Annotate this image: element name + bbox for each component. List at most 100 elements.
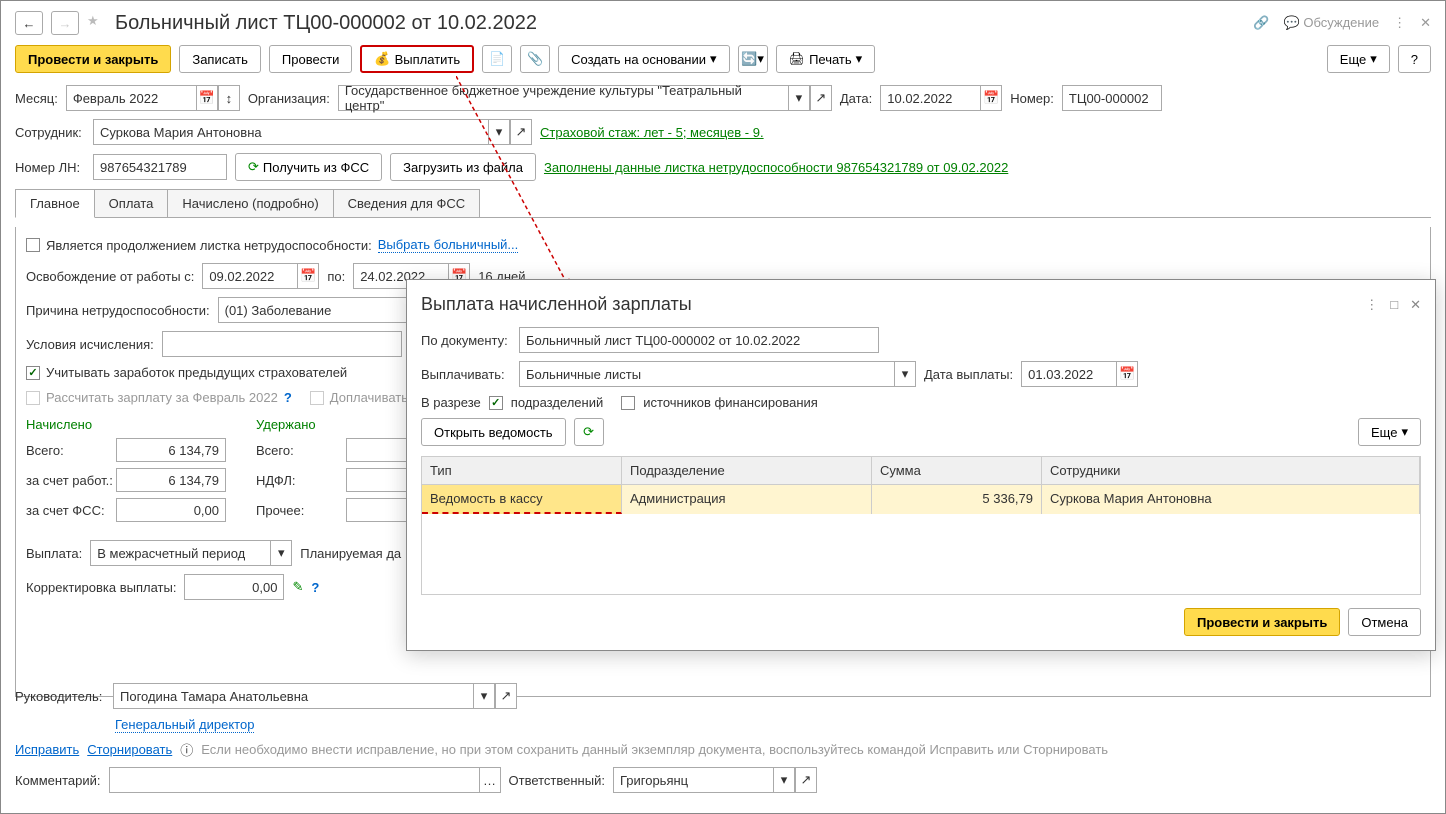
attachment-button[interactable]: 📎 <box>520 45 550 73</box>
employee-dropdown-icon[interactable]: ▾ <box>488 119 510 145</box>
manager-dropdown-icon[interactable]: ▾ <box>473 683 495 709</box>
document-icon-button[interactable]: 📄 <box>482 45 512 73</box>
tab-payment[interactable]: Оплата <box>94 189 169 217</box>
post-button[interactable]: Провести <box>269 45 353 73</box>
payment-input[interactable]: В межрасчетный период <box>90 540 270 566</box>
month-label: Месяц: <box>15 91 58 106</box>
recalc-label: Рассчитать зарплату за Февраль 2022 <box>46 390 278 405</box>
date-calendar-icon[interactable]: 📅 <box>980 85 1002 111</box>
favorite-icon[interactable]: ★ <box>87 13 107 33</box>
date-input[interactable]: 10.02.2022 <box>880 85 980 111</box>
to-label: по: <box>327 269 345 284</box>
tab-main[interactable]: Главное <box>15 189 95 218</box>
employee-label: Сотрудник: <box>15 125 85 140</box>
from-date-input[interactable]: 09.02.2022 <box>202 263 297 289</box>
correct-link[interactable]: Исправить <box>15 742 79 757</box>
modal-source-checkbox[interactable] <box>621 396 635 410</box>
refresh-button[interactable]: ⟳ <box>574 418 604 446</box>
tab-fss[interactable]: Сведения для ФСС <box>333 189 480 217</box>
date-label: Дата: <box>840 91 872 106</box>
modal-dept-checkbox[interactable] <box>489 396 503 410</box>
get-fss-button[interactable]: ⟳ Получить из ФСС <box>235 153 382 181</box>
pay-button[interactable]: 💰Выплатить <box>360 45 474 73</box>
recalc-checkbox <box>26 391 40 405</box>
addpay-label: Доплачивать <box>330 390 408 405</box>
modal-menu-icon[interactable]: ⋮ <box>1365 297 1378 313</box>
tabs: Главное Оплата Начислено (подробно) Свед… <box>15 189 1431 218</box>
manager-open-icon[interactable]: ↗ <box>495 683 517 709</box>
prev-insurers-checkbox[interactable] <box>26 366 40 380</box>
modal-pay-dropdown-icon[interactable]: ▾ <box>894 361 916 387</box>
month-calendar-icon[interactable]: 📅 <box>196 85 218 111</box>
month-stepper[interactable]: ↕ <box>218 85 240 111</box>
edit-icon[interactable]: ✎ <box>292 579 303 595</box>
modal-doc-input[interactable]: Больничный лист ТЦ00-000002 от 10.02.202… <box>519 327 879 353</box>
release-label: Освобождение от работы с: <box>26 269 194 284</box>
payment-dropdown-icon[interactable]: ▾ <box>270 540 292 566</box>
responsible-dropdown-icon[interactable]: ▾ <box>773 767 795 793</box>
link-icon[interactable]: 🔗 <box>1253 15 1269 31</box>
org-dropdown-icon[interactable]: ▾ <box>788 85 810 111</box>
cell-amount: 5 336,79 <box>872 485 1042 514</box>
tab-accrued[interactable]: Начислено (подробно) <box>167 189 333 217</box>
ln-input[interactable]: 987654321789 <box>93 154 227 180</box>
post-and-close-button[interactable]: Провести и закрыть <box>15 45 171 73</box>
page-title: Больничный лист ТЦ00-000002 от 10.02.202… <box>115 12 1245 35</box>
main-toolbar: Провести и закрыть Записать Провести 💰Вы… <box>15 45 1431 73</box>
position-link[interactable]: Генеральный директор <box>115 717 254 733</box>
fss-value: 0,00 <box>116 498 226 522</box>
select-sick-link[interactable]: Выбрать больничный... <box>378 237 519 253</box>
org-open-icon[interactable]: ↗ <box>810 85 832 111</box>
correction-help-icon[interactable]: ? <box>311 580 319 595</box>
manager-input[interactable]: Погодина Тамара Анатольевна <box>113 683 473 709</box>
responsible-open-icon[interactable]: ↗ <box>795 767 817 793</box>
responsible-input[interactable]: Григорьянц <box>613 767 773 793</box>
recalc-help-icon[interactable]: ? <box>284 390 292 405</box>
continuation-checkbox[interactable] <box>26 238 40 252</box>
modal-pay-input[interactable]: Больничные листы <box>519 361 894 387</box>
number-input[interactable]: ТЦ00-000002 <box>1062 85 1162 111</box>
info-icon: ⓘ <box>180 740 193 759</box>
back-button[interactable]: ← <box>15 11 43 35</box>
modal-more-button[interactable]: Еще ▾ <box>1358 418 1421 446</box>
modal-section-label: В разрезе <box>421 395 481 410</box>
employee-input[interactable]: Суркова Мария Антоновна <box>93 119 488 145</box>
modal-cancel-button[interactable]: Отмена <box>1348 608 1421 636</box>
modal-pay-label: Выплачивать: <box>421 367 511 382</box>
modal-doc-label: По документу: <box>421 333 511 348</box>
load-file-button[interactable]: Загрузить из файла <box>390 153 536 181</box>
modal-post-close-button[interactable]: Провести и закрыть <box>1184 608 1340 636</box>
conditions-input[interactable] <box>162 331 402 357</box>
modal-maximize-icon[interactable]: □ <box>1390 297 1398 313</box>
forward-button[interactable]: → <box>51 11 79 35</box>
modal-paydate-calendar-icon[interactable]: 📅 <box>1116 361 1138 387</box>
correction-input[interactable]: 0,00 <box>184 574 284 600</box>
data-filled-link[interactable]: Заполнены данные листка нетрудоспособнос… <box>544 160 1008 175</box>
help-button[interactable]: ? <box>1398 45 1431 73</box>
employee-open-icon[interactable]: ↗ <box>510 119 532 145</box>
create-based-button[interactable]: Создать на основании ▾ <box>558 45 729 73</box>
planned-date-label: Планируемая да <box>300 546 401 561</box>
insurance-link[interactable]: Страховой стаж: лет - 5; месяцев - 9. <box>540 125 764 140</box>
reverse-link[interactable]: Сторнировать <box>87 742 172 757</box>
reason-input[interactable]: (01) Заболевание <box>218 297 418 323</box>
modal-close-icon[interactable]: ✕ <box>1410 297 1421 313</box>
modal-paydate-input[interactable]: 01.03.2022 <box>1021 361 1116 387</box>
close-icon[interactable]: ✕ <box>1420 15 1431 31</box>
payment-table: Тип Подразделение Сумма Сотрудники Ведом… <box>421 456 1421 595</box>
more-button[interactable]: Еще ▾ <box>1327 45 1390 73</box>
sync-button[interactable]: 🔄▾ <box>738 45 768 73</box>
prev-insurers-label: Учитывать заработок предыдущих страховат… <box>46 365 347 380</box>
open-statement-button[interactable]: Открыть ведомость <box>421 418 566 446</box>
org-input[interactable]: Государственное бюджетное учреждение кул… <box>338 85 788 111</box>
menu-icon[interactable]: ⋮ <box>1393 15 1406 31</box>
comment-input[interactable] <box>109 767 479 793</box>
discussion-link[interactable]: 💬 Обсуждение <box>1284 15 1380 31</box>
from-date-calendar-icon[interactable]: 📅 <box>297 263 319 289</box>
table-row[interactable]: Ведомость в кассу Администрация 5 336,79… <box>422 485 1420 514</box>
save-button[interactable]: Записать <box>179 45 261 73</box>
month-input[interactable]: Февраль 2022 <box>66 85 196 111</box>
print-button[interactable]: 🖨 Печать ▾ <box>776 45 876 73</box>
accrued-header: Начислено <box>26 417 226 432</box>
comment-more-icon[interactable]: … <box>479 767 501 793</box>
